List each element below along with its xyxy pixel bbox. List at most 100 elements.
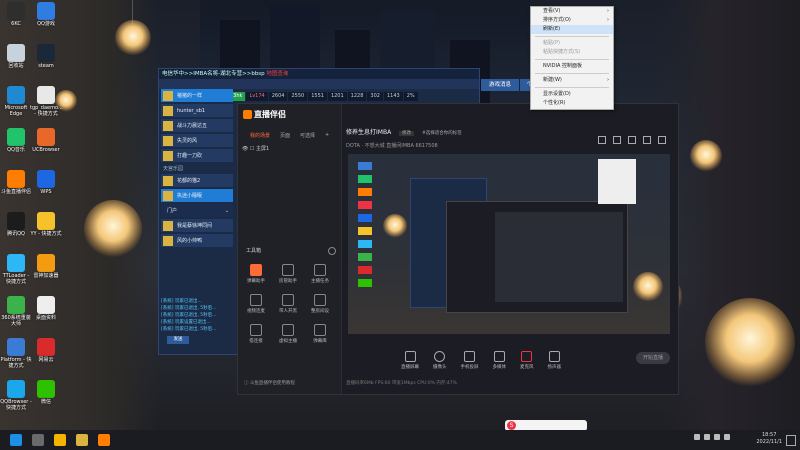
- send-button[interactable]: 发送: [167, 336, 189, 344]
- screen-capture-button[interactable]: 直播屏幕: [401, 350, 419, 370]
- list-item[interactable]: 执迷小睡眠: [161, 189, 233, 202]
- search-icon[interactable]: [32, 434, 44, 446]
- desktop-icon[interactable]: 斗鱼直播伴侣: [0, 170, 32, 195]
- desktop-icon[interactable]: 回收站: [0, 44, 32, 69]
- desktop-icon[interactable]: UCBrowser: [30, 128, 62, 153]
- stream-app-window[interactable]: 直播伴侣 我的场景 页面 可选择 + 👁 ☐ 主屏1 工具箱 弹幕助手 房管助手…: [237, 103, 679, 395]
- desktop-icon[interactable]: QQ游戏: [30, 2, 62, 27]
- desktop-icon[interactable]: YY - 快捷方式: [30, 212, 62, 237]
- chevron-down-icon: ⌄: [224, 207, 229, 214]
- desktop-icon[interactable]: Platform - 快捷方式: [0, 338, 32, 369]
- tool-connect[interactable]: 搭连接: [242, 324, 270, 344]
- app-icon: [37, 44, 55, 62]
- app-icon: [37, 212, 55, 230]
- phone-cast-button[interactable]: 手机投屏: [461, 350, 479, 370]
- app-icon: [37, 338, 55, 356]
- tool-streamer-tasks[interactable]: 主播任务: [306, 264, 334, 284]
- notification-icon[interactable]: [786, 435, 796, 446]
- desktop-icon[interactable]: QQ音乐: [0, 128, 32, 153]
- menu-item[interactable]: 粘贴快捷方式(S): [531, 48, 613, 57]
- tab-scenes[interactable]: 我的场景: [250, 132, 270, 139]
- share-icon[interactable]: [658, 136, 666, 144]
- menu-item[interactable]: 粘贴(P): [531, 39, 613, 48]
- tool-virtual-host[interactable]: 虚拟主播: [274, 324, 302, 344]
- start-icon[interactable]: [10, 434, 22, 446]
- list-item[interactable]: 我是蔡徐坤同间: [161, 219, 233, 232]
- douyu-app-icon[interactable]: [98, 434, 110, 446]
- media-button[interactable]: 多媒体: [493, 350, 506, 370]
- app-logo: 直播伴侣: [243, 109, 286, 120]
- desktop-icon[interactable]: 微信: [30, 380, 62, 405]
- tool-icon: [314, 294, 326, 306]
- desktop-icon[interactable]: WPS: [30, 170, 62, 195]
- tool-icon: [250, 324, 262, 336]
- desktop-icon[interactable]: 360系统重装大师: [0, 296, 32, 327]
- start-live-button[interactable]: 开始直播: [636, 352, 670, 364]
- tag-selector[interactable]: #选择适合你的标签: [422, 131, 462, 136]
- desktop-icon[interactable]: tgp_daemo... - 快捷方式: [30, 86, 63, 117]
- tool-video-link[interactable]: 视频连麦: [242, 294, 270, 314]
- chevron-right-icon: ›: [607, 8, 609, 14]
- list-item[interactable]: 花都的猫2: [161, 174, 233, 187]
- tab-optional[interactable]: 可选择: [300, 132, 315, 139]
- list-item[interactable]: 战斗力晨达五: [161, 119, 233, 132]
- folder-icon[interactable]: [54, 434, 66, 446]
- tool-team-play[interactable]: 带人开黑: [274, 294, 302, 314]
- desktop-icon[interactable]: 桌面资料: [30, 296, 62, 321]
- menu-item[interactable]: 显示设置(D): [531, 90, 613, 99]
- camera-button[interactable]: 摄像头: [433, 350, 447, 370]
- list-item[interactable]: 失灵的风: [161, 134, 233, 147]
- add-scene-button[interactable]: +: [325, 132, 329, 139]
- bell-icon[interactable]: [643, 136, 651, 144]
- tool-room-manager[interactable]: 房管助手: [274, 264, 302, 284]
- clock[interactable]: 18:57 2022/11/1: [756, 432, 782, 446]
- nested-stream-window: [446, 201, 628, 313]
- channel-dropdown[interactable]: 门户 ⌄: [161, 204, 233, 217]
- scene-item[interactable]: 👁 ☐ 主屏1: [242, 145, 269, 152]
- play-icon: [493, 350, 505, 362]
- game-app-icon[interactable]: [76, 434, 88, 446]
- grid-icon[interactable]: [613, 136, 621, 144]
- lock-icon[interactable]: [598, 136, 606, 144]
- menu-item[interactable]: NVIDIA 控制面板: [531, 62, 613, 71]
- network-icon[interactable]: [704, 434, 710, 440]
- desktop-icon-label: 斗鱼直播伴侣: [0, 189, 31, 195]
- record-icon[interactable]: [628, 136, 636, 144]
- settings-icon[interactable]: [328, 247, 336, 255]
- menu-item[interactable]: 刷新(E): [531, 25, 613, 34]
- edit-title-button[interactable]: 修改: [399, 131, 415, 136]
- desktop-icon[interactable]: 6KC: [0, 2, 32, 27]
- microphone-button[interactable]: 麦克风: [520, 350, 534, 370]
- desktop-icon-label: 微信: [40, 399, 51, 405]
- desktop-icon[interactable]: 网易云: [30, 338, 62, 363]
- language-icon[interactable]: [724, 434, 730, 440]
- desktop-icon[interactable]: Microsoft Edge: [0, 86, 32, 117]
- tool-danmu-helper[interactable]: 弹幕助手: [242, 264, 270, 284]
- speaker-button[interactable]: 扬声器: [548, 350, 561, 370]
- desktop-icon[interactable]: TTLoader - 快捷方式: [0, 254, 32, 285]
- menu-separator: [535, 36, 609, 37]
- camera-icon: [434, 350, 446, 362]
- section-label: 天宫乐园: [163, 166, 184, 172]
- desktop-icon[interactable]: 腾讯QQ: [0, 212, 32, 237]
- list-item[interactable]: 风的小帅鸭: [161, 234, 233, 247]
- game-message-button[interactable]: 游戏消息: [481, 79, 519, 91]
- tool-icon: [282, 324, 294, 336]
- list-item[interactable]: 猪猪的一样: [161, 89, 233, 102]
- tab-pages[interactable]: 页面: [280, 132, 290, 139]
- desktop-icon[interactable]: QQBrowser - 快捷方式: [0, 380, 32, 411]
- list-item[interactable]: hunter_sb1: [161, 104, 233, 117]
- volume-icon[interactable]: [714, 434, 720, 440]
- app-icon: [37, 2, 55, 20]
- menu-item[interactable]: 排序方式(O) ›: [531, 16, 613, 25]
- menu-item[interactable]: 个性化(R): [531, 99, 613, 108]
- tray-arrow-icon[interactable]: [694, 434, 700, 440]
- list-item[interactable]: 打趣一刀砍: [161, 149, 233, 162]
- desktop-icon[interactable]: 雷神加速器: [30, 254, 62, 279]
- menu-item[interactable]: 新建(W) ›: [531, 76, 613, 85]
- menu-item[interactable]: 查看(V) ›: [531, 7, 613, 16]
- tutorial-link[interactable]: ⓘ 斗鱼直播伴侣使用教程: [244, 380, 295, 386]
- desktop-icon[interactable]: steam: [30, 44, 62, 69]
- tool-danmu-library[interactable]: 弹幕库: [306, 324, 334, 344]
- tool-room-settings[interactable]: 整房间设: [306, 294, 334, 314]
